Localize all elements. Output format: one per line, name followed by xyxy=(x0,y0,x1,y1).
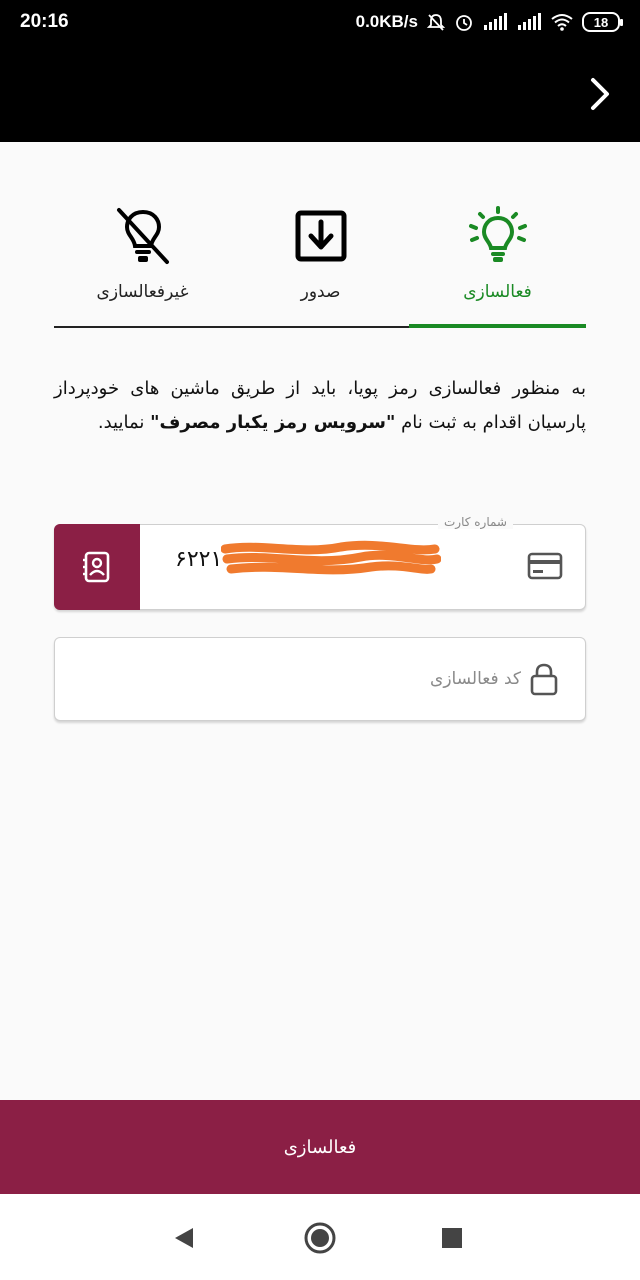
battery-icon: 18 xyxy=(582,12,623,32)
alarm-icon xyxy=(456,15,472,31)
activate-button[interactable]: فعالسازی xyxy=(0,1100,640,1194)
status-icons: 0.0KB/s 18 xyxy=(355,12,623,32)
signal-icon xyxy=(484,13,507,30)
card-number-label: شماره کارت xyxy=(437,515,513,529)
card-number-field[interactable]: شماره کارت ۶۲۲۱ - xyxy=(54,515,586,610)
signal-icon-2 xyxy=(518,13,541,30)
nav-recents-button[interactable] xyxy=(432,1218,472,1258)
status-time: 20:16 xyxy=(20,11,69,32)
tab-deactivate[interactable]: غیرفعالسازی xyxy=(54,142,231,328)
chevron-right-icon xyxy=(591,78,609,110)
redaction-scribble xyxy=(221,540,441,575)
nav-back-button[interactable] xyxy=(164,1218,204,1258)
wifi-icon xyxy=(551,14,573,31)
credit-card-icon xyxy=(527,552,563,580)
lock-icon xyxy=(530,663,558,696)
tab-deactivate-label: غیرفعالسازی xyxy=(96,282,189,302)
notification-muted-icon xyxy=(426,14,446,31)
description-bold: "سرویس رمز یکبار مصرف" xyxy=(150,412,396,433)
activation-code-field[interactable] xyxy=(54,637,586,721)
activation-code-input[interactable] xyxy=(121,656,521,702)
tab-bar: فعالسازی صدور غیرفعالسازی xyxy=(54,142,586,328)
download-box-icon xyxy=(289,204,353,268)
tab-issue-label: صدور xyxy=(300,282,341,302)
description-text: به منظور فعالسازی رمز پویا، باید از طریق… xyxy=(54,372,586,440)
tab-activate-label: فعالسازی xyxy=(463,282,532,302)
circle-home-icon xyxy=(304,1222,336,1254)
contact-book-button[interactable] xyxy=(54,524,140,610)
system-nav-bar xyxy=(0,1194,640,1280)
square-recents-icon xyxy=(442,1228,462,1248)
network-speed: 0.0KB/s xyxy=(355,12,418,31)
app-header xyxy=(0,44,640,142)
status-bar: 20:16 0.0KB/s 18 xyxy=(0,0,640,44)
tab-issue[interactable]: صدور xyxy=(232,142,409,328)
back-button[interactable] xyxy=(582,72,618,116)
lightbulb-off-icon xyxy=(111,204,175,268)
triangle-back-icon xyxy=(175,1228,193,1248)
lightbulb-on-icon xyxy=(466,204,530,268)
nav-home-button[interactable] xyxy=(300,1218,340,1258)
active-tab-indicator xyxy=(409,324,586,328)
description-part2: نمایید. xyxy=(97,412,151,433)
tab-activate[interactable]: فعالسازی xyxy=(409,142,586,328)
contact-book-icon xyxy=(83,551,110,583)
